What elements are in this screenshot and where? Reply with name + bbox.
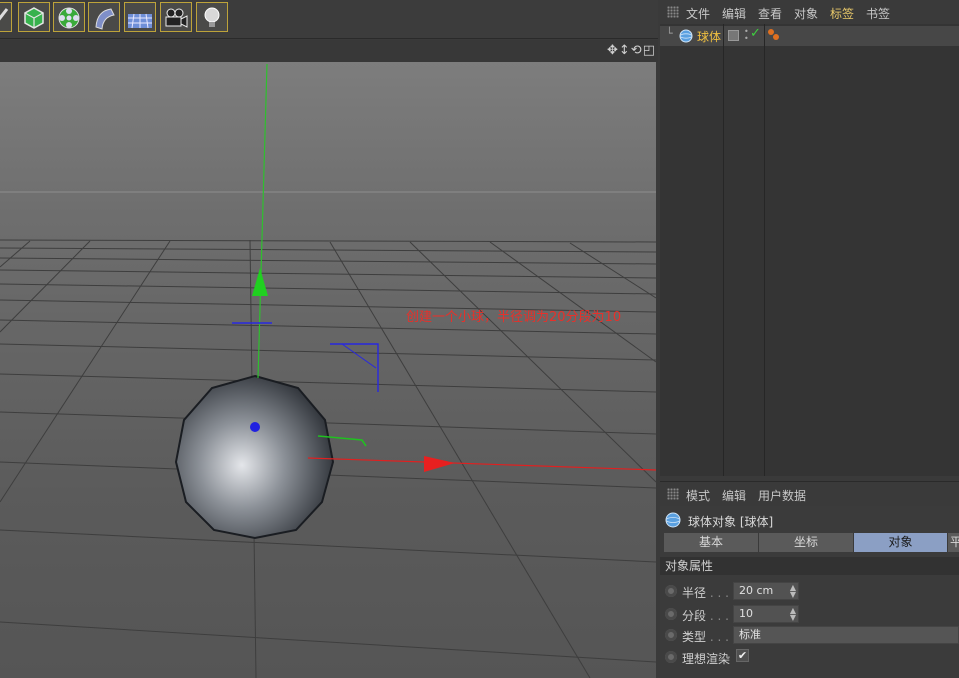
- object-title: 球体对象 [球体]: [688, 515, 774, 529]
- material-tag-icon[interactable]: [766, 28, 780, 42]
- panel-grip-icon[interactable]: [667, 488, 679, 500]
- dolly-icon[interactable]: ↕: [619, 43, 631, 58]
- viewport-header: ✥↕⟲◰: [0, 40, 658, 62]
- maximize-view-icon[interactable]: ◰: [643, 43, 656, 58]
- tab-basic[interactable]: 基本: [664, 533, 759, 552]
- object-manager-menu: 文件 编辑 查看 对象 标签 书签: [660, 0, 959, 24]
- xy-plane-handle[interactable]: [330, 343, 379, 392]
- property-label: 理想渲染: [682, 652, 731, 666]
- tab-phong[interactable]: 平: [948, 533, 959, 552]
- enabled-check-icon[interactable]: ✓: [750, 26, 761, 41]
- menu-file[interactable]: 文件: [686, 5, 710, 22]
- property-type: 类型 . . . 标准: [665, 626, 959, 646]
- spinner-arrows-icon[interactable]: ▲ ▼: [790, 584, 796, 599]
- property-render-perfect: 理想渲染 ✔: [665, 648, 959, 668]
- camera-button[interactable]: [160, 2, 192, 32]
- tab-coordinates[interactable]: 坐标: [759, 533, 854, 552]
- sphere-icon: [679, 29, 693, 43]
- light-button[interactable]: [196, 2, 228, 32]
- animate-radio-icon[interactable]: [665, 651, 677, 663]
- rotate-icon[interactable]: ⟲: [631, 43, 643, 58]
- animate-radio-icon[interactable]: [665, 608, 677, 620]
- type-select[interactable]: 标准: [733, 626, 959, 644]
- sphere-icon: [665, 512, 681, 528]
- property-segments: 分段 . . . 10 ▲ ▼: [665, 605, 959, 625]
- 3d-viewport[interactable]: 创建一个小球，半径调为20分段为10: [0, 62, 656, 678]
- property-radius: 半径 . . . 20 cm ▲ ▼: [665, 582, 959, 602]
- segments-value: 10: [739, 607, 753, 620]
- animate-radio-icon[interactable]: [665, 585, 677, 597]
- radius-value: 20 cm: [739, 584, 774, 597]
- menu-bookmarks[interactable]: 书签: [866, 5, 890, 22]
- render-perfect-checkbox[interactable]: ✔: [736, 649, 749, 662]
- z-axis-handle[interactable]: [250, 422, 260, 432]
- section-header-object-properties: 对象属性: [660, 557, 959, 575]
- x-axis-line: [307, 457, 656, 471]
- visibility-dots-icon[interactable]: • •: [744, 28, 749, 43]
- tab-object[interactable]: 对象: [854, 533, 948, 552]
- tutorial-annotation: 创建一个小球，半径调为20分段为10: [406, 310, 622, 325]
- radius-input[interactable]: 20 cm ▲ ▼: [733, 582, 799, 600]
- animate-radio-icon[interactable]: [665, 629, 677, 641]
- menu-view[interactable]: 查看: [758, 5, 782, 22]
- pan-icon[interactable]: ✥: [607, 43, 619, 58]
- tree-branch-icon: └: [666, 27, 673, 40]
- panel-grip-icon[interactable]: [667, 6, 679, 18]
- type-value: 标准: [739, 628, 761, 641]
- deformer-button[interactable]: [88, 2, 120, 32]
- menu-mode[interactable]: 模式: [686, 487, 710, 504]
- object-name-label[interactable]: 球体: [697, 28, 721, 45]
- move-tool-button[interactable]: [0, 2, 12, 32]
- segments-input[interactable]: 10 ▲ ▼: [733, 605, 799, 623]
- viewport-nav-icons: ✥↕⟲◰: [607, 43, 656, 58]
- menu-object[interactable]: 对象: [794, 5, 818, 22]
- property-label: 分段: [682, 609, 707, 623]
- label-dots: . . .: [706, 586, 729, 600]
- menu-tags[interactable]: 标签: [830, 5, 854, 22]
- property-label: 半径: [682, 586, 707, 600]
- x-axis-handle[interactable]: [424, 456, 455, 472]
- viewport-scene: [0, 63, 656, 678]
- label-dots: . . .: [706, 630, 729, 644]
- attribute-manager-menu: 模式 编辑 用户数据: [660, 481, 959, 506]
- property-label: 类型: [682, 630, 707, 644]
- subdivision-icon: [58, 7, 80, 29]
- menu-edit[interactable]: 编辑: [722, 5, 746, 22]
- menu-edit[interactable]: 编辑: [722, 487, 746, 504]
- arrow-icon: [0, 8, 9, 21]
- cube-icon: [24, 7, 44, 29]
- label-dots: . . .: [706, 609, 729, 623]
- main-toolbar: [0, 0, 658, 39]
- sphere-object[interactable]: [174, 374, 335, 540]
- floor-button[interactable]: [124, 2, 156, 32]
- floor-grid-icon: [128, 13, 152, 29]
- y-axis-handle[interactable]: [252, 268, 268, 296]
- object-row-sphere[interactable]: └ 球体 • • ✓: [660, 26, 959, 46]
- column-divider: [764, 24, 765, 476]
- y-axis-line: [257, 63, 268, 379]
- camera-icon: [165, 8, 188, 28]
- spinner-arrows-icon[interactable]: ▲ ▼: [790, 607, 796, 622]
- layer-icon[interactable]: [728, 30, 739, 41]
- column-divider: [723, 24, 724, 476]
- attribute-manager: 模式 编辑 用户数据 球体对象 [球体] 基本 坐标 对象 平 对象属性 半径 …: [660, 481, 959, 678]
- subdivision-button[interactable]: [53, 2, 85, 32]
- bend-icon: [95, 8, 115, 30]
- object-manager: 文件 编辑 查看 对象 标签 书签 └ 球体 • • ✓: [660, 0, 959, 476]
- cube-object-button[interactable]: [18, 2, 50, 32]
- xy-plane-diagonal: [341, 343, 377, 369]
- light-bulb-icon: [204, 7, 220, 27]
- menu-user-data[interactable]: 用户数据: [758, 487, 806, 504]
